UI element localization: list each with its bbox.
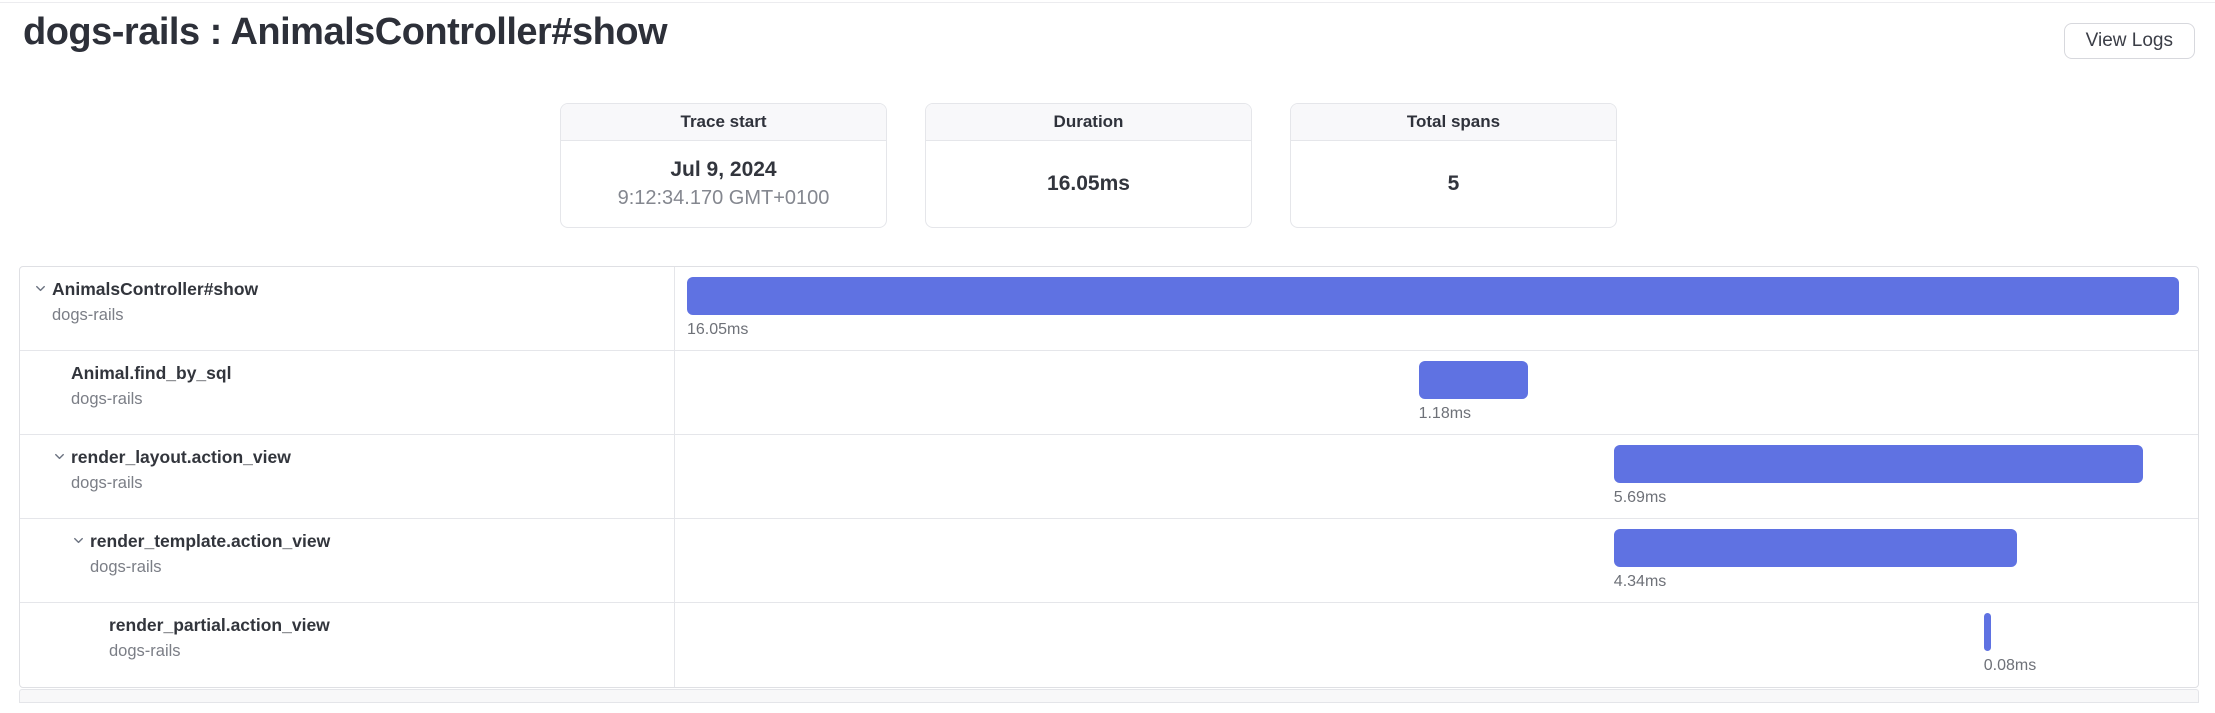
- span-duration-label: 16.05ms: [687, 320, 748, 340]
- span-service-name: dogs-rails: [52, 302, 258, 328]
- span-service-name: dogs-rails: [71, 470, 291, 496]
- span-name: render_layout.action_view: [71, 444, 291, 470]
- chevron-down-icon[interactable]: [33, 281, 52, 296]
- duration-card-body: 16.05ms: [926, 141, 1251, 227]
- view-logs-button[interactable]: View Logs: [2064, 23, 2195, 59]
- trace-start-card-title: Trace start: [561, 104, 886, 141]
- span-duration-label: 1.18ms: [1419, 404, 1471, 424]
- total-spans-value: 5: [1448, 170, 1460, 198]
- span-duration-bar[interactable]: [1614, 445, 2143, 483]
- span-service-name: dogs-rails: [71, 386, 231, 412]
- span-row[interactable]: Animal.find_by_sql dogs-rails 1.18ms: [20, 351, 2198, 435]
- span-info-cell: AnimalsController#show dogs-rails: [20, 267, 675, 350]
- span-info-cell: Animal.find_by_sql dogs-rails: [20, 351, 675, 434]
- duration-value: 16.05ms: [1047, 170, 1130, 198]
- span-row[interactable]: render_layout.action_view dogs-rails 5.6…: [20, 435, 2198, 519]
- chevron-down-icon[interactable]: [71, 533, 90, 548]
- page-title: dogs-rails : AnimalsController#show: [23, 11, 667, 54]
- span-row[interactable]: render_template.action_view dogs-rails 4…: [20, 519, 2198, 603]
- trace-start-time: 9:12:34.170 GMT+0100: [618, 184, 830, 212]
- trace-start-card: Trace start Jul 9, 2024 9:12:34.170 GMT+…: [560, 103, 887, 228]
- total-spans-card-title: Total spans: [1291, 104, 1616, 141]
- span-timeline-cell: 16.05ms: [675, 267, 2198, 350]
- span-waterfall-table: AnimalsController#show dogs-rails 16.05m…: [19, 266, 2199, 688]
- span-row[interactable]: render_partial.action_view dogs-rails 0.…: [20, 603, 2198, 687]
- span-timeline-cell: 1.18ms: [675, 351, 2198, 434]
- span-duration-bar[interactable]: [1984, 613, 1991, 651]
- span-name: render_template.action_view: [90, 528, 330, 554]
- span-service-name: dogs-rails: [90, 554, 330, 580]
- span-name: Animal.find_by_sql: [71, 360, 231, 386]
- next-section-cutoff-strip: [19, 689, 2199, 703]
- page-header: dogs-rails : AnimalsController#show View…: [0, 0, 2215, 70]
- span-duration-label: 5.69ms: [1614, 488, 1666, 508]
- span-service-name: dogs-rails: [109, 638, 330, 664]
- span-info-cell: render_template.action_view dogs-rails: [20, 519, 675, 602]
- span-info-cell: render_layout.action_view dogs-rails: [20, 435, 675, 518]
- total-spans-card-body: 5: [1291, 141, 1616, 227]
- span-row[interactable]: AnimalsController#show dogs-rails 16.05m…: [20, 267, 2198, 351]
- chevron-down-icon[interactable]: [52, 449, 71, 464]
- trace-start-date: Jul 9, 2024: [670, 156, 776, 184]
- trace-start-card-body: Jul 9, 2024 9:12:34.170 GMT+0100: [561, 141, 886, 227]
- span-info-cell: render_partial.action_view dogs-rails: [20, 603, 675, 687]
- trace-summary-cards: Trace start Jul 9, 2024 9:12:34.170 GMT+…: [560, 103, 1617, 228]
- span-name: render_partial.action_view: [109, 612, 330, 638]
- span-duration-bar[interactable]: [1614, 529, 2017, 567]
- total-spans-card: Total spans 5: [1290, 103, 1617, 228]
- span-name: AnimalsController#show: [52, 276, 258, 302]
- span-duration-label: 4.34ms: [1614, 572, 1666, 592]
- duration-card-title: Duration: [926, 104, 1251, 141]
- span-duration-label: 0.08ms: [1984, 656, 2036, 676]
- span-duration-bar[interactable]: [1419, 361, 1529, 399]
- span-timeline-cell: 4.34ms: [675, 519, 2198, 602]
- span-timeline-cell: 0.08ms: [675, 603, 2198, 687]
- duration-card: Duration 16.05ms: [925, 103, 1252, 228]
- span-duration-bar[interactable]: [687, 277, 2179, 315]
- span-timeline-cell: 5.69ms: [675, 435, 2198, 518]
